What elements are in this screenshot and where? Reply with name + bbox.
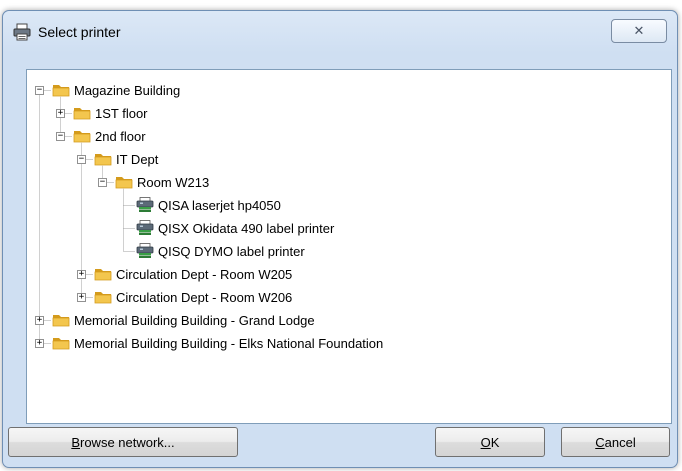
printer-icon [136, 220, 154, 235]
collapse-toggle[interactable] [56, 132, 65, 141]
tree-node-label: Memorial Building Building - Elks Nation… [74, 335, 384, 351]
tree-node-label: Circulation Dept - Room W206 [116, 289, 293, 305]
tree-node-label: 1ST floor [95, 105, 148, 121]
folder-icon [73, 131, 91, 143]
tree-node-label: Magazine Building [74, 82, 181, 98]
printer-tree-panel[interactable]: Magazine Building 1ST floor 2nd floor IT De… [26, 69, 672, 424]
folder-icon [73, 108, 91, 120]
ok-button[interactable]: OK [435, 427, 545, 457]
expand-toggle[interactable] [35, 316, 44, 325]
printer-icon [136, 243, 154, 258]
tree-folder-node[interactable]: Room W213 [115, 172, 209, 192]
tree-folder-node[interactable]: Memorial Building Building - Elks Nation… [52, 333, 383, 353]
close-button[interactable]: ✕ [611, 19, 667, 43]
ok-label: OK [480, 434, 500, 450]
printer-tree: Magazine Building 1ST floor 2nd floor IT De… [27, 70, 671, 423]
cancel-button[interactable]: Cancel [561, 427, 670, 457]
collapse-toggle[interactable] [98, 178, 107, 187]
tree-folder-node[interactable]: Circulation Dept - Room W206 [94, 287, 292, 307]
browse-network-button[interactable]: Browse network... [8, 427, 238, 457]
tree-node-label: QISX Okidata 490 label printer [158, 220, 335, 236]
tree-node-label: Memorial Building Building - Grand Lodge [74, 312, 315, 328]
printer-icon [13, 23, 31, 41]
tree-folder-node[interactable]: 2nd floor [73, 126, 146, 146]
printer-icon [136, 197, 154, 212]
expand-toggle[interactable] [77, 270, 86, 279]
tree-folder-node[interactable]: Magazine Building [52, 80, 180, 100]
folder-icon [94, 292, 112, 304]
folder-icon [94, 269, 112, 281]
tree-node-label: 2nd floor [95, 128, 146, 144]
folder-icon [52, 338, 70, 350]
tree-node-label: Room W213 [137, 174, 210, 190]
tree-printer-node[interactable]: QISQ DYMO label printer [136, 241, 305, 261]
tree-printer-node[interactable]: QISX Okidata 490 label printer [136, 218, 334, 238]
expand-toggle[interactable] [56, 109, 65, 118]
tree-node-label: IT Dept [116, 151, 159, 167]
cancel-label: Cancel [595, 434, 636, 450]
tree-printer-node[interactable]: QISA laserjet hp4050 [136, 195, 281, 215]
dialog-titlebar: Select printer ✕ [3, 11, 677, 53]
tree-node-label: Circulation Dept - Room W205 [116, 266, 293, 282]
tree-folder-node[interactable]: Memorial Building Building - Grand Lodge [52, 310, 315, 330]
folder-icon [52, 315, 70, 327]
tree-node-label: QISA laserjet hp4050 [158, 197, 281, 213]
folder-icon [115, 177, 133, 189]
collapse-toggle[interactable] [77, 155, 86, 164]
select-printer-dialog: Select printer ✕ Magazine Building 1ST fl… [2, 10, 678, 468]
tree-node-label: QISQ DYMO label printer [158, 243, 305, 259]
close-icon: ✕ [633, 23, 645, 39]
folder-icon [52, 85, 70, 97]
tree-folder-node[interactable]: Circulation Dept - Room W205 [94, 264, 292, 284]
collapse-toggle[interactable] [35, 86, 44, 95]
tree-folder-node[interactable]: 1ST floor [73, 103, 148, 123]
browse-network-label: Browse network... [71, 434, 175, 450]
tree-folder-node[interactable]: IT Dept [94, 149, 158, 169]
folder-icon [94, 154, 112, 166]
expand-toggle[interactable] [35, 339, 44, 348]
dialog-title: Select printer [38, 24, 121, 40]
expand-toggle[interactable] [77, 293, 86, 302]
